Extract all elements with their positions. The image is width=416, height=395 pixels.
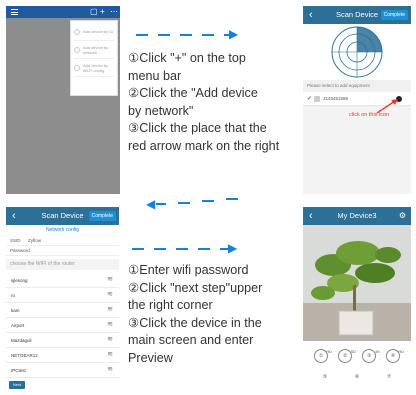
arrow-head-left-icon: ◀ <box>146 197 156 211</box>
grid-icon[interactable]: ⋯ <box>110 7 118 17</box>
wifi-icon <box>74 64 80 71</box>
password-field[interactable]: Password <box>6 246 119 256</box>
phone-screen-scan-device: ‹ Scan Device Complete Please select to … <box>303 6 411 194</box>
instructions-add-device: ①Click "+" on the top menu bar ②Click th… <box>128 51 280 153</box>
wifi-list-item[interactable]: Mazdaguli ≋ <box>6 333 119 348</box>
network-icon <box>74 46 80 53</box>
complete-button[interactable]: Complete <box>380 10 408 20</box>
header-bar: ‹ Scan Device Complete <box>6 207 119 225</box>
wifi-signal-icon: ≋ <box>107 321 113 328</box>
control-row-bottom: ⑤ ⑥ ⑦ <box>303 371 411 385</box>
phone-screen-main-menu: ▢ + ⋯ Add device by ID Add device by net… <box>6 6 120 194</box>
arrow-head-icon: ▶ <box>229 27 239 41</box>
menu-icon[interactable] <box>11 9 18 15</box>
header-bar: ‹ My Device3 ⚙ <box>303 207 411 225</box>
instructions-config: ①Enter wifi password ②Click "next step"u… <box>128 263 263 365</box>
menu-item-add-by-wifi[interactable]: Add device by Wi-Fi config <box>74 59 114 77</box>
square-icon[interactable]: ▢ <box>90 7 98 17</box>
menu-item-add-by-network[interactable]: Add device by network <box>74 41 114 59</box>
section-title: Network config <box>45 227 80 233</box>
microphone-icon[interactable]: ⑥ <box>350 371 364 385</box>
wifi-signal-icon: ≋ <box>107 291 113 298</box>
arrow-head-icon: ▶ <box>228 241 238 255</box>
phone-screen-network-config: ‹ Scan Device Complete Network config SS… <box>6 207 119 391</box>
wifi-signal-icon: ≋ <box>107 366 113 373</box>
plus-icon[interactable]: + <box>100 7 105 17</box>
wifi-list-item[interactable]: IPCtest ≋ <box>6 363 119 378</box>
radar-icon <box>331 26 383 78</box>
complete-button[interactable]: Complete <box>88 211 116 221</box>
device-id: 3145451686 <box>323 96 349 101</box>
radar-scan <box>303 24 411 80</box>
plant-image <box>303 225 411 341</box>
wifi-signal-icon: ≋ <box>107 351 113 358</box>
wifi-list-item[interactable]: sjlesong ≋ <box>6 273 119 288</box>
menu-item-add-by-id[interactable]: Add device by ID <box>74 23 114 41</box>
wifi-list-item[interactable]: kam ≋ <box>6 303 119 318</box>
top-menu-bar: ▢ + ⋯ <box>6 6 120 18</box>
wifi-list-item[interactable]: NETGEAR12 ≋ <box>6 348 119 363</box>
header-bar: ‹ Scan Device Complete <box>303 6 411 24</box>
select-hint: Please select to add equipment <box>303 80 411 92</box>
add-device-dropdown: Add device by ID Add device by network A… <box>70 20 118 96</box>
control-button[interactable]: ① HD <box>314 349 332 363</box>
camera-icon[interactable]: ⑦ <box>382 371 396 385</box>
wifi-list-item[interactable]: ro ≋ <box>6 288 119 303</box>
ssid-field[interactable]: SSID Zyflow <box>6 236 119 246</box>
live-preview-video[interactable] <box>303 225 411 341</box>
wifi-signal-icon: ≋ <box>107 306 113 313</box>
next-button[interactable]: Next <box>9 381 25 389</box>
control-button[interactable]: ③ 4K <box>362 349 380 363</box>
wifi-list-item[interactable]: Airport ≋ <box>6 318 119 333</box>
control-button[interactable]: ④ HD <box>386 349 404 363</box>
choose-wifi-hint: choose the WIFI of the router <box>6 259 119 270</box>
phone-screen-preview: ‹ My Device3 ⚙ ① HD ② SD ③ 4K ④ HD ⑤ ⑥ ⑦ <box>303 207 411 391</box>
control-button[interactable]: ② SD <box>338 349 356 363</box>
wifi-signal-icon: ≋ <box>107 276 113 283</box>
gear-icon[interactable]: ⚙ <box>399 209 406 223</box>
wifi-signal-icon: ≋ <box>107 336 113 343</box>
device-icon <box>74 28 80 35</box>
page-title: My Device3 <box>337 211 377 220</box>
click-note: click on this icon <box>349 112 390 118</box>
check-icon: ✔ <box>307 96 313 102</box>
control-row-top: ① HD ② SD ③ 4K ④ HD <box>303 349 411 363</box>
photo-icon[interactable]: ⑤ <box>318 371 332 385</box>
camera-icon <box>314 96 320 102</box>
